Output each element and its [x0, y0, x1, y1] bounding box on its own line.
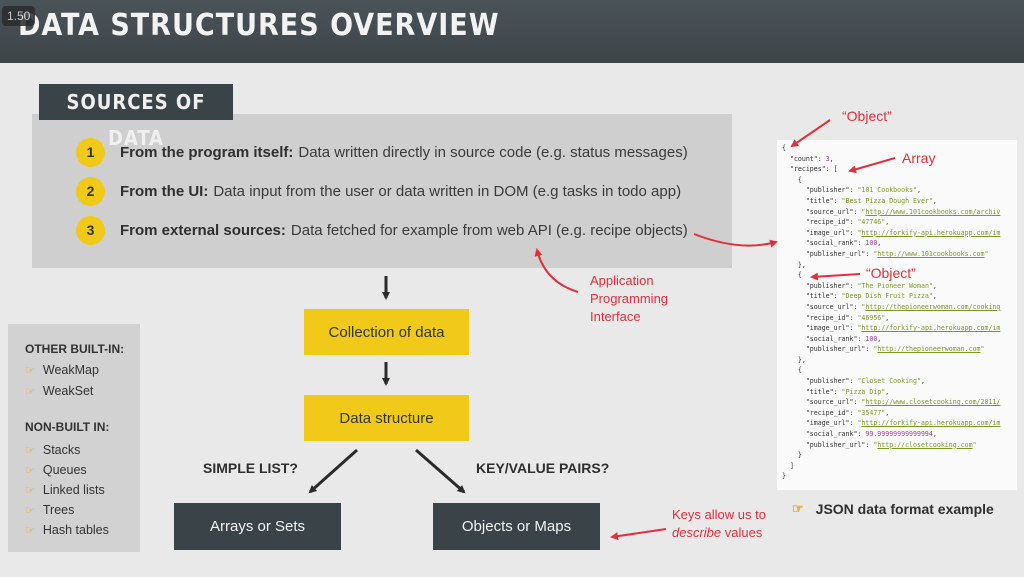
annotation-arrow	[693, 233, 778, 248]
annotation-arrow	[790, 119, 831, 148]
sources-heading: SOURCES OF DATA	[39, 84, 233, 150]
annotation-arrow	[610, 528, 667, 541]
annotation-arrow	[848, 157, 896, 174]
diagonal-arrow	[308, 448, 358, 494]
annotation-arrow	[810, 272, 861, 281]
diagonal-arrow	[415, 448, 466, 494]
annotation-arrow	[534, 248, 579, 293]
